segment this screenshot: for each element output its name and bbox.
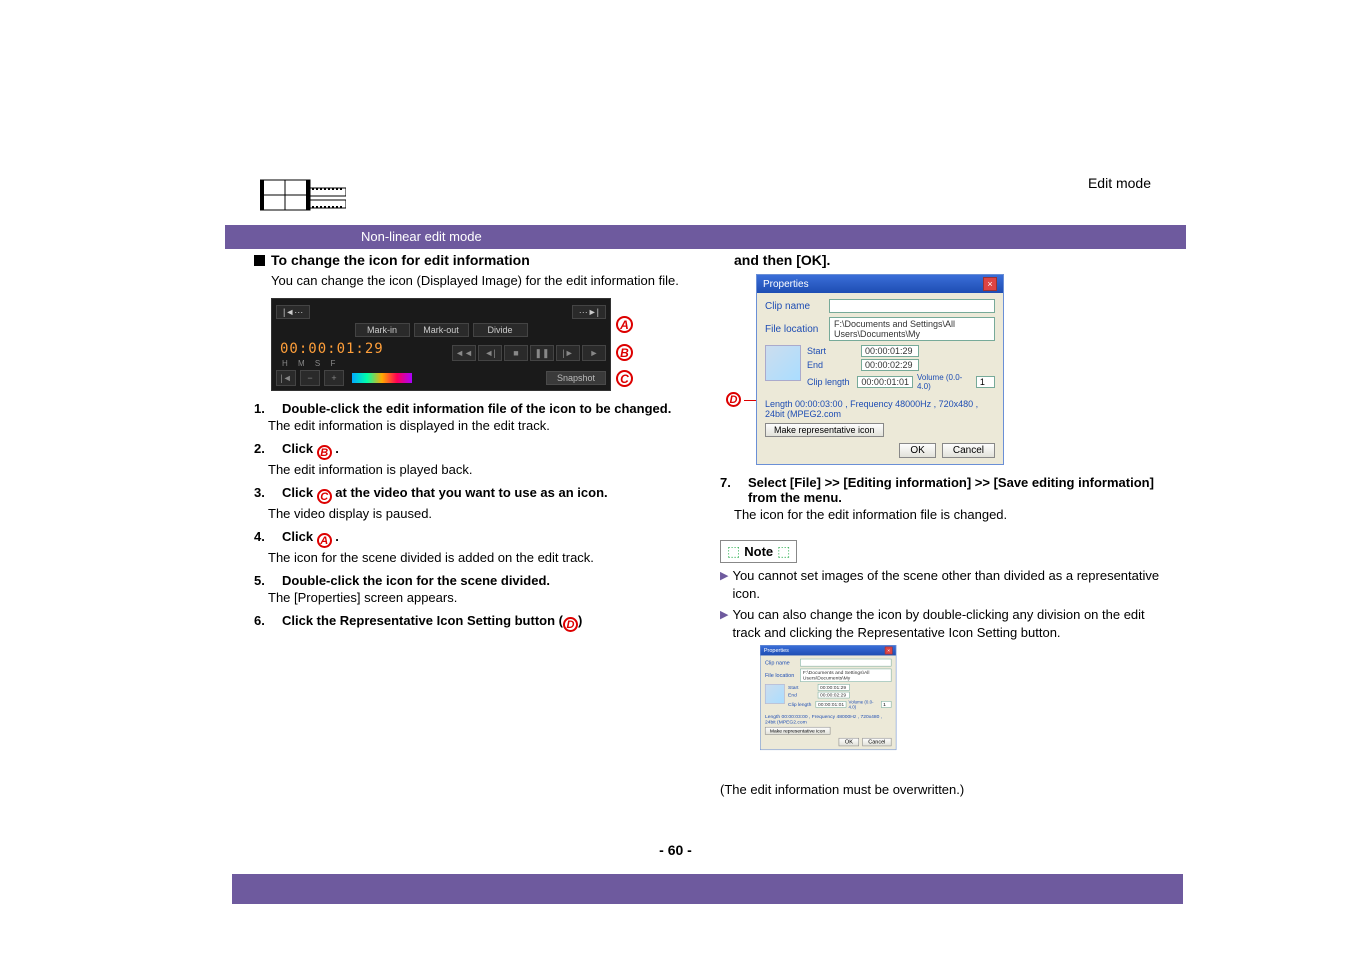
clip-meta: Length 00:00:03:00 , Frequency 48000Hz ,… <box>765 399 995 419</box>
note-label: Note <box>744 544 773 559</box>
seek-start-icon[interactable]: |◄··· <box>276 305 310 319</box>
rewind-icon[interactable]: ◄◄ <box>452 345 476 361</box>
note-item: ▶You can also change the icon by double-… <box>720 606 1160 641</box>
section-intro: You can change the icon (Displayed Image… <box>271 272 694 290</box>
triangle-icon: ▶ <box>720 569 728 584</box>
tab-nonlinear[interactable]: Non-linear edit mode <box>349 225 494 249</box>
breadcrumb: Edit mode <box>1088 175 1151 191</box>
mark-out-button[interactable]: Mark-out <box>414 323 469 337</box>
step-fwd-icon[interactable]: |► <box>556 345 580 361</box>
page-number: - 60 - <box>659 842 692 858</box>
callout-c: C <box>616 370 633 387</box>
step-6: 6.Click the Representative Icon Setting … <box>254 613 694 632</box>
clip-thumb-icon <box>765 345 801 381</box>
callout-b: B <box>616 344 633 361</box>
timecode-display: 00:00:01:29 <box>276 339 388 359</box>
stop-icon[interactable]: ■ <box>504 345 528 361</box>
step-3: 3.Click C at the video that you want to … <box>254 485 694 521</box>
step-back-icon[interactable]: ◄| <box>478 345 502 361</box>
note-header: ⬚ Note ⬚ <box>720 540 797 563</box>
tab-bar: Non-linear edit mode <box>225 225 1186 249</box>
step-4: 4.Click A . The icon for the scene divid… <box>254 529 694 565</box>
ok-button[interactable]: OK <box>899 443 935 458</box>
end-field[interactable]: 00:00:02:29 <box>861 359 919 371</box>
make-representative-button[interactable]: Make representative icon <box>765 423 884 437</box>
continuation-text: and then [OK]. <box>734 252 1160 268</box>
editor-panel-figure: |◄··· ···►| Mark-in Mark-out Divide 00:0… <box>271 298 611 391</box>
pause-icon[interactable]: ❚❚ <box>530 345 554 361</box>
file-location-field[interactable]: F:\Documents and Settings\All Users\Docu… <box>829 317 995 341</box>
bullet-square-icon <box>254 255 265 266</box>
triangle-icon: ▶ <box>720 608 728 623</box>
film-logo-icon <box>260 170 346 220</box>
volume-label: Volume (0.0-4.0) <box>917 373 972 391</box>
dialog-title: Properties <box>763 279 809 290</box>
play-icon[interactable]: ► <box>582 345 606 361</box>
volume-field[interactable]: 1 <box>976 376 995 388</box>
end-label: End <box>807 360 857 370</box>
clip-name-label: Clip name <box>765 301 823 312</box>
note-item: ▶You cannot set images of the scene othe… <box>720 567 1160 602</box>
track-thumbnail-icon <box>352 373 412 383</box>
close-icon[interactable]: × <box>885 647 893 655</box>
badge-b-icon: B <box>317 445 332 460</box>
footer-bar <box>232 874 1183 904</box>
step-1: 1.Double-click the edit information file… <box>254 401 694 433</box>
seek-end-icon[interactable]: ···►| <box>572 305 606 319</box>
note-icon: ⬚ <box>777 543 790 560</box>
clip-name-field[interactable] <box>829 299 995 313</box>
clip-length-label: Clip length <box>807 377 853 387</box>
badge-d-icon: D <box>563 617 578 632</box>
step-2: 2.Click B . The edit information is play… <box>254 441 694 477</box>
followup-text: (The edit information must be overwritte… <box>720 782 1160 797</box>
plus-icon[interactable]: + <box>324 370 344 386</box>
timecode-labels: H M S F <box>282 359 388 368</box>
minus-icon[interactable]: − <box>300 370 320 386</box>
start-label: Start <box>807 346 857 356</box>
properties-dialog-small: Properties × Clip name File locationF:\D… <box>760 645 896 750</box>
mark-in-button[interactable]: Mark-in <box>355 323 410 337</box>
step-7: 7.Select [File] >> [Editing information]… <box>720 475 1160 522</box>
callout-a: A <box>616 316 633 333</box>
prev-clip-icon[interactable]: |◄ <box>276 370 296 386</box>
snapshot-button[interactable]: Snapshot <box>546 371 606 385</box>
close-icon[interactable]: × <box>983 277 997 291</box>
callout-d: D <box>726 392 741 407</box>
cancel-button[interactable]: Cancel <box>942 443 995 458</box>
start-field[interactable]: 00:00:01:29 <box>861 345 919 357</box>
properties-dialog: Properties × Clip name File location F:\… <box>756 274 1004 465</box>
file-location-label: File location <box>765 324 823 335</box>
step-5: 5.Double-click the icon for the scene di… <box>254 573 694 605</box>
section-title: To change the icon for edit information <box>254 252 694 268</box>
badge-c-icon: C <box>317 489 332 504</box>
badge-a-icon: A <box>317 533 332 548</box>
clip-length-field: 00:00:01:01 <box>857 376 913 388</box>
note-icon: ⬚ <box>727 543 740 560</box>
divide-button[interactable]: Divide <box>473 323 528 337</box>
